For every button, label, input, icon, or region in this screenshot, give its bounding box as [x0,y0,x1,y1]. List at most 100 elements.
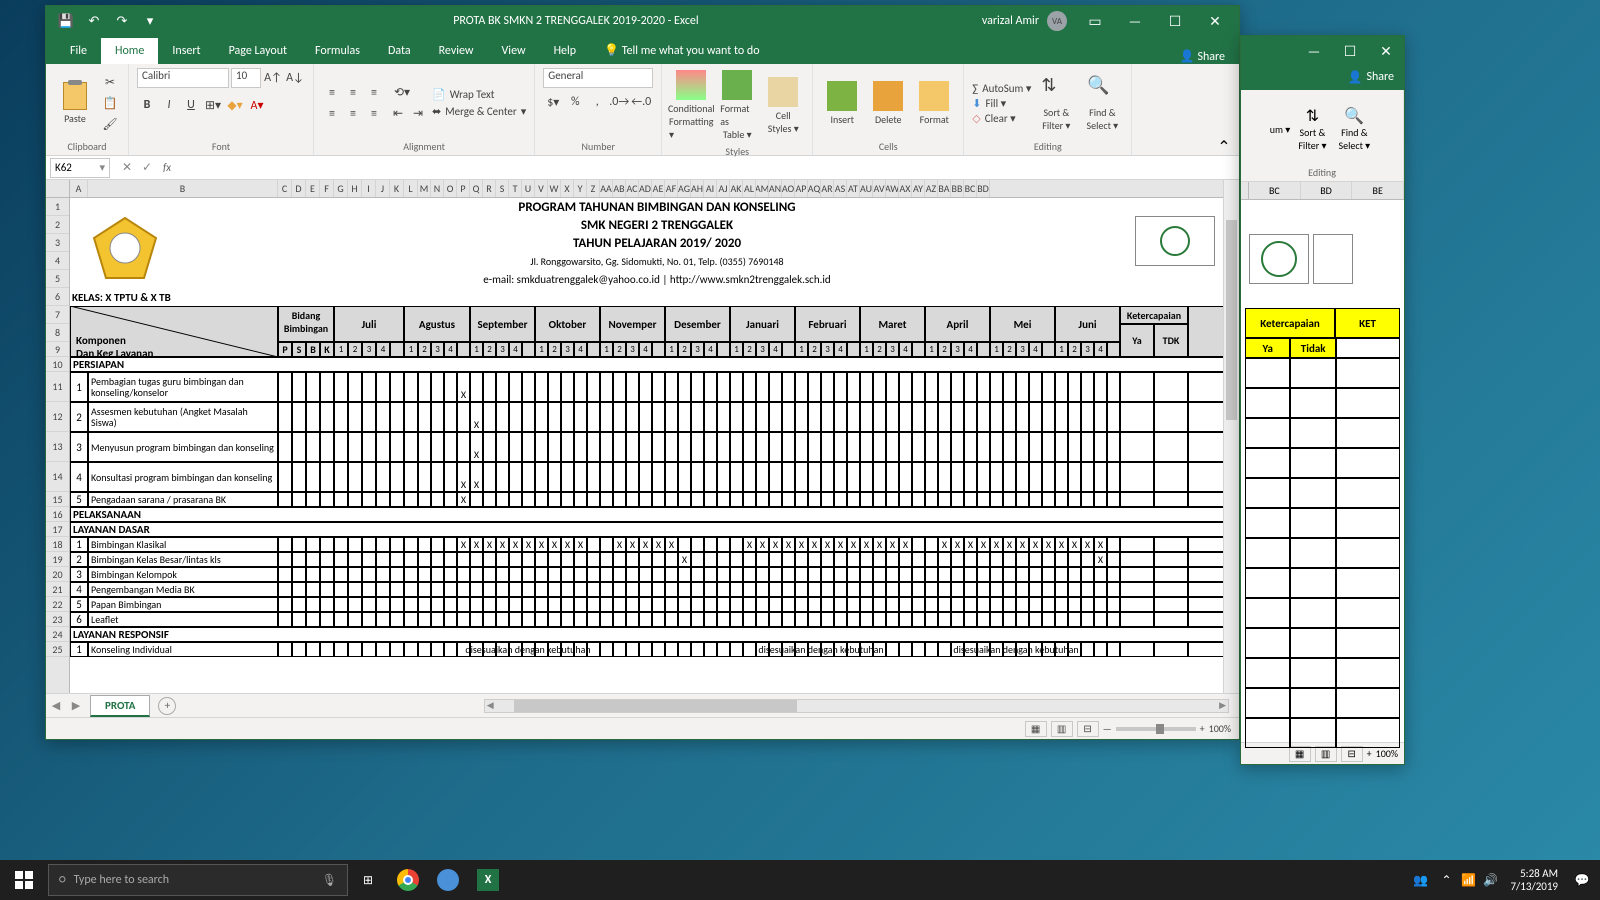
tray-expand-icon[interactable]: ⌃ [1436,860,1456,900]
taskbar-search[interactable]: ○ Type here to search 🎙 [48,864,348,896]
percent-format-icon[interactable]: % [565,92,585,112]
tab-formulas[interactable]: Formulas [301,38,374,64]
redo-icon[interactable]: ↷ [110,9,134,33]
task-view-icon[interactable]: ⊞ [348,860,388,900]
tab-view[interactable]: View [488,38,540,64]
w2-find-select-button[interactable]: 🔍Find &Select ▾ [1335,104,1375,154]
w2-minimize-button[interactable]: — [1296,36,1332,66]
w2-close-button[interactable]: ✕ [1368,36,1404,66]
orientation-icon[interactable]: ⟲▾ [388,83,416,103]
zoom-level[interactable]: 100% [1209,722,1231,735]
delete-cells-button[interactable]: Delete [867,79,909,128]
insert-cells-button[interactable]: Insert [821,79,863,128]
format-as-table-button[interactable]: Format asTable ▾ [716,68,758,143]
w2-sort-filter-button[interactable]: ⇅Sort &Filter ▾ [1294,104,1330,154]
align-middle-icon[interactable]: ≡ [343,83,363,103]
add-sheet-button[interactable]: + [158,697,176,715]
tab-insert[interactable]: Insert [158,38,214,64]
align-left-icon[interactable]: ≡ [322,104,342,124]
view-normal-icon[interactable]: ▦ [1025,721,1047,737]
sheet-nav-next-icon[interactable]: ▶ [66,699,86,712]
people-icon[interactable]: 👥 [1406,860,1434,900]
chrome-icon[interactable] [388,860,428,900]
comma-format-icon[interactable]: , [587,92,607,112]
mic-icon[interactable]: 🎙 [322,873,337,888]
cut-icon[interactable]: ✂ [100,72,120,92]
font-color-button[interactable]: A▾ [247,95,267,115]
align-bottom-icon[interactable]: ≡ [364,83,384,103]
tab-page-layout[interactable]: Page Layout [215,38,301,64]
zoom-out-icon[interactable]: — [1103,722,1112,735]
w2-column-headers[interactable]: BC BD BE [1241,182,1404,200]
qa-customize-icon[interactable]: ▾ [138,9,162,33]
format-painter-icon[interactable]: 🖌 [100,114,120,134]
sheet-nav-prev-icon[interactable]: ◀ [46,699,66,712]
accounting-format-icon[interactable]: $▾ [543,92,563,112]
collapse-ribbon-icon[interactable]: ⌃ [1215,140,1233,154]
autosum-button[interactable]: ∑AutoSum ▾ [972,82,1031,95]
italic-button[interactable]: I [159,95,179,115]
decrease-indent-icon[interactable]: ⇤ [388,104,408,124]
borders-button[interactable]: ⊞▾ [203,95,223,115]
copy-icon[interactable]: 📋 [100,93,120,113]
insert-function-icon[interactable]: fx [158,159,176,177]
share-button[interactable]: 👤 Share [1180,49,1225,64]
w2-share-button[interactable]: Share [1366,70,1394,84]
notifications-icon[interactable]: 💬 [1568,860,1596,900]
w2-maximize-button[interactable]: ☐ [1332,36,1368,66]
bold-button[interactable]: B [137,95,157,115]
w2-worksheet[interactable]: Ketercapaian KET Ya Tidak [1241,200,1404,742]
save-icon[interactable]: 💾 [54,9,78,33]
tray-clock[interactable]: 5:28 AM 7/13/2019 [1502,867,1566,893]
increase-indent-icon[interactable]: ⇥ [408,104,428,124]
cell-styles-button[interactable]: CellStyles ▾ [762,75,804,137]
underline-button[interactable]: U [181,95,201,115]
zoom-slider[interactable] [1116,727,1196,731]
minimize-button[interactable]: — [1115,6,1155,36]
volume-icon[interactable]: 🔊 [1480,860,1500,900]
close-button[interactable]: ✕ [1195,6,1235,36]
formula-input[interactable] [184,158,1239,178]
undo-icon[interactable]: ↶ [82,9,106,33]
format-cells-button[interactable]: Format [913,79,955,128]
merge-center-button[interactable]: ⬌Merge & Center ▾ [432,105,526,118]
network-icon[interactable]: 📶 [1458,860,1478,900]
tab-home[interactable]: Home [101,38,158,64]
view-page-layout-icon[interactable]: ▥ [1051,721,1073,737]
sort-filter-button[interactable]: ⇅Sort &Filter ▾ [1035,72,1077,134]
clear-button[interactable]: ◇Clear ▾ [972,112,1031,125]
find-select-button[interactable]: 🔍Find &Select ▾ [1081,72,1123,134]
w2-zoom-level[interactable]: 100% [1376,747,1398,760]
chromium-icon[interactable] [428,860,468,900]
fill-button[interactable]: ⬇Fill ▾ [972,97,1031,110]
start-button[interactable] [0,860,48,900]
wrap-text-button[interactable]: 📄Wrap Text [432,88,526,101]
number-format-select[interactable]: General [543,68,653,88]
sheet-tab-prota[interactable]: PROTA [90,695,150,717]
maximize-button[interactable]: ☐ [1155,6,1195,36]
decrease-decimal-icon[interactable]: ←.0 [631,92,651,112]
align-top-icon[interactable]: ≡ [322,83,342,103]
increase-decimal-icon[interactable]: .0→ [609,92,629,112]
select-all-corner[interactable] [46,180,70,197]
align-center-icon[interactable]: ≡ [343,104,363,124]
tab-help[interactable]: Help [540,38,591,64]
vertical-scrollbar[interactable] [1223,180,1239,693]
worksheet[interactable]: PROGRAM TAHUNAN BIMBINGAN DAN KONSELINGS… [70,198,1223,693]
user-avatar[interactable]: VA [1047,11,1067,31]
font-name-select[interactable]: Calibri [137,68,229,88]
cancel-formula-icon[interactable]: ✕ [118,159,136,177]
view-page-break-icon[interactable]: ⊟ [1077,721,1099,737]
conditional-formatting-button[interactable]: ConditionalFormatting ▾ [670,68,712,143]
tab-review[interactable]: Review [425,38,488,64]
paste-button[interactable]: Paste [54,80,96,127]
excel-taskbar-icon[interactable]: X [468,860,508,900]
tellme[interactable]: 💡 Tell me what you want to do [590,37,773,64]
align-right-icon[interactable]: ≡ [364,104,384,124]
tab-data[interactable]: Data [374,38,425,64]
zoom-in-icon[interactable]: + [1200,722,1205,735]
column-headers[interactable]: ABCDEFGHIJKLMNOPQRSTUVWXYZAAABACADAEAFAG… [46,180,1223,198]
fill-color-button[interactable]: ◆▾ [225,95,245,115]
tab-file[interactable]: File [56,38,101,64]
row-headers[interactable]: 1234567891011121314151617181920212223242… [46,198,70,693]
